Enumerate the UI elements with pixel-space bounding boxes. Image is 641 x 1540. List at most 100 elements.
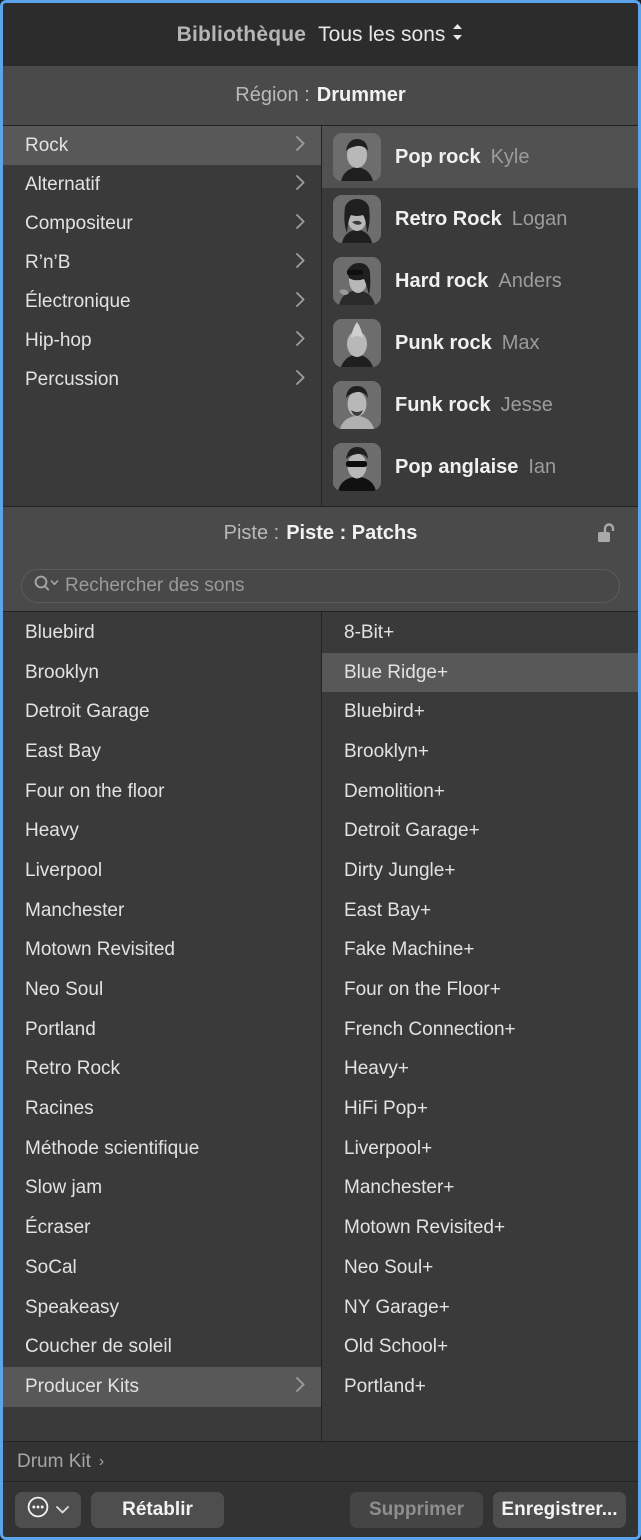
- patch-category-row[interactable]: Retro Rock: [3, 1050, 321, 1090]
- genre-row[interactable]: Alternatif: [3, 165, 321, 204]
- patch-category-row[interactable]: Liverpool: [3, 851, 321, 891]
- chevron-right-icon: [294, 368, 307, 391]
- patch-label: Dirty Jungle+: [344, 859, 456, 881]
- patch-item-row[interactable]: Bluebird+: [322, 692, 638, 732]
- chevron-right-icon: [294, 290, 307, 313]
- patch-category-row[interactable]: Four on the floor: [3, 772, 321, 812]
- search-input[interactable]: Rechercher des sons: [21, 568, 620, 603]
- patch-category-row[interactable]: Motown Revisited: [3, 931, 321, 971]
- drummer-text: Hard rock Anders: [395, 270, 562, 293]
- patch-item-row[interactable]: Heavy+: [322, 1050, 638, 1090]
- patch-label: Detroit Garage+: [344, 820, 480, 842]
- patch-item-row[interactable]: Brooklyn+: [322, 732, 638, 772]
- patch-item-row[interactable]: Four on the Floor+: [322, 970, 638, 1010]
- patch-item-row[interactable]: 8-Bit+: [322, 613, 638, 653]
- patch-label: Neo Soul: [25, 979, 104, 1001]
- genre-row[interactable]: Percussion: [3, 360, 321, 399]
- patch-category-row[interactable]: Speakeasy: [3, 1288, 321, 1328]
- patch-label: Neo Soul+: [344, 1256, 434, 1278]
- genre-label: Rock: [25, 134, 69, 156]
- patch-label: Slow jam: [25, 1177, 103, 1199]
- drummer-row[interactable]: Pop anglaise Ian: [322, 436, 638, 498]
- patch-category-row[interactable]: Producer Kits: [3, 1367, 321, 1407]
- patch-category-row[interactable]: Brooklyn: [3, 653, 321, 693]
- chevron-right-icon: [294, 329, 307, 352]
- patch-item-row[interactable]: Dirty Jungle+: [322, 851, 638, 891]
- drummer-row[interactable]: Funk rock Jesse: [322, 374, 638, 436]
- patch-label: 8-Bit+: [344, 621, 395, 643]
- patch-category-list[interactable]: Bluebird Brooklyn Detroit Garage East Bay Fo…: [3, 612, 322, 1441]
- genre-row[interactable]: Électronique: [3, 282, 321, 321]
- patch-item-row[interactable]: Neo Soul+: [322, 1248, 638, 1288]
- track-value: Piste : Patchs: [286, 522, 418, 544]
- patch-item-row[interactable]: Portland+: [322, 1367, 638, 1407]
- patch-category-row[interactable]: Slow jam: [3, 1169, 321, 1209]
- genre-row[interactable]: Hip-hop: [3, 321, 321, 360]
- patch-category-row[interactable]: Méthode scientifique: [3, 1129, 321, 1169]
- patch-label: Four on the Floor+: [344, 979, 501, 1001]
- patch-item-row[interactable]: East Bay+: [322, 891, 638, 931]
- avatar-anders-icon: [333, 257, 381, 305]
- patch-label: Fake Machine+: [344, 939, 475, 961]
- patch-category-row[interactable]: Portland: [3, 1010, 321, 1050]
- genre-label: Électronique: [25, 290, 131, 312]
- drummer-row[interactable]: Pop rock Kyle: [322, 126, 638, 188]
- patch-label: Brooklyn+: [344, 740, 430, 762]
- delete-button[interactable]: Supprimer: [350, 1491, 483, 1528]
- patch-label: Demolition+: [344, 780, 445, 802]
- drummer-style: Pop rock: [395, 145, 481, 168]
- patch-label: Brooklyn: [25, 661, 99, 683]
- patch-category-row[interactable]: Racines: [3, 1089, 321, 1129]
- patch-item-list[interactable]: 8-Bit+ Blue Ridge+ Bluebird+ Brooklyn+ Demol…: [322, 612, 638, 1441]
- patch-category-row[interactable]: SoCal: [3, 1248, 321, 1288]
- drummer-row[interactable]: Hard rock Anders: [322, 250, 638, 312]
- patch-item-row[interactable]: Liverpool+: [322, 1129, 638, 1169]
- patch-category-row[interactable]: Écraser: [3, 1208, 321, 1248]
- drummer-person-name: Jesse: [500, 393, 553, 416]
- patch-category-row[interactable]: Bluebird: [3, 613, 321, 653]
- patch-label: NY Garage+: [344, 1296, 450, 1318]
- patch-item-row[interactable]: HiFi Pop+: [322, 1089, 638, 1129]
- patch-label: Retro Rock: [25, 1058, 121, 1080]
- genre-list[interactable]: Rock Alternatif Compositeur R’n’B Électroniq…: [3, 126, 322, 506]
- patch-category-row[interactable]: Detroit Garage: [3, 692, 321, 732]
- patch-item-row[interactable]: Detroit Garage+: [322, 811, 638, 851]
- patch-item-row[interactable]: Old School+: [322, 1327, 638, 1367]
- library-filter-popup[interactable]: Tous les sons: [318, 22, 464, 48]
- genre-row[interactable]: Compositeur: [3, 204, 321, 243]
- genre-row[interactable]: Rock: [3, 126, 321, 165]
- save-button[interactable]: Enregistrer...: [493, 1491, 626, 1528]
- drummer-person-name: Anders: [498, 269, 562, 292]
- drummer-row[interactable]: Retro Rock Logan: [322, 188, 638, 250]
- chevron-right-icon: ›: [98, 1452, 105, 1470]
- drummer-person-name: Max: [501, 331, 540, 354]
- patch-item-row[interactable]: Blue Ridge+: [322, 652, 638, 693]
- patch-label: Speakeasy: [25, 1296, 120, 1318]
- patch-category-row[interactable]: Coucher de soleil: [3, 1327, 321, 1367]
- patch-item-row[interactable]: Fake Machine+: [322, 931, 638, 971]
- patch-item-row[interactable]: Manchester+: [322, 1169, 638, 1209]
- patch-label: Producer Kits: [25, 1375, 140, 1397]
- chevron-right-icon: [294, 1375, 307, 1398]
- genre-row[interactable]: R’n’B: [3, 243, 321, 282]
- patch-category-row[interactable]: Manchester: [3, 891, 321, 931]
- patch-category-row[interactable]: Heavy: [3, 811, 321, 851]
- breadcrumb[interactable]: Drum Kit ›: [3, 1441, 638, 1482]
- chevron-up-down-icon: [451, 22, 464, 48]
- drummer-list[interactable]: Pop rock Kyle Retro Rock Logan Hard rock Ande…: [322, 126, 638, 506]
- patch-item-row[interactable]: Demolition+: [322, 772, 638, 812]
- library-filter-label: Tous les sons: [318, 22, 446, 46]
- patch-item-row[interactable]: French Connection+: [322, 1010, 638, 1050]
- drummer-row[interactable]: Punk rock Max: [322, 312, 638, 374]
- patch-item-row[interactable]: NY Garage+: [322, 1288, 638, 1328]
- patch-category-row[interactable]: East Bay: [3, 732, 321, 772]
- drummer-browser: Rock Alternatif Compositeur R’n’B Électroniq…: [3, 126, 638, 507]
- options-menu-button[interactable]: [15, 1491, 81, 1528]
- breadcrumb-label: Drum Kit: [17, 1450, 91, 1472]
- unlocked-padlock-icon[interactable]: [594, 521, 620, 547]
- patch-category-row[interactable]: Neo Soul: [3, 970, 321, 1010]
- patch-item-row[interactable]: Motown Revisited+: [322, 1208, 638, 1248]
- drummer-text: Retro Rock Logan: [395, 208, 567, 231]
- revert-button[interactable]: Rétablir: [91, 1491, 224, 1528]
- region-value: Drummer: [316, 84, 406, 106]
